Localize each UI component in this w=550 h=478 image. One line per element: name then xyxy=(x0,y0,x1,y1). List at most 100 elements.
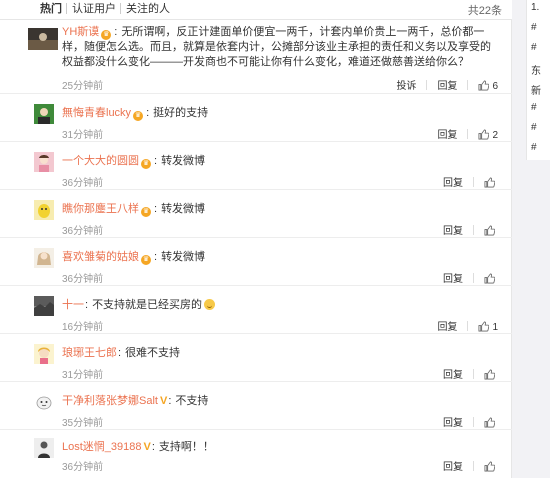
reply-button[interactable]: 回复 xyxy=(443,366,463,381)
avatar[interactable] xyxy=(34,200,54,220)
smile-emoji-icon xyxy=(204,299,216,310)
comment-actions: 回复 xyxy=(433,222,498,237)
thumbs-up-icon xyxy=(484,461,496,472)
comment-time: 31分钟前 xyxy=(62,130,104,141)
trending-item[interactable]: 1. xyxy=(531,2,550,13)
username-link[interactable]: YH斯谟 xyxy=(62,26,99,38)
crown-badge-icon: ♛ xyxy=(141,255,151,265)
comment-tabs: 热门 认证用户 关注的人 共22条 xyxy=(0,0,512,20)
tab-divider xyxy=(66,3,67,14)
thumbs-up-icon xyxy=(484,225,496,236)
comment-item: 無悔青春lucky ♛: 挺好的支持 31分钟前 回复 2 xyxy=(0,94,512,142)
like-button[interactable] xyxy=(484,273,498,285)
trending-item[interactable]: # xyxy=(531,22,550,33)
comment-text: 转发微博 xyxy=(161,155,206,167)
reply-button[interactable]: 回复 xyxy=(443,270,463,285)
avatar[interactable] xyxy=(34,392,54,412)
comment-time: 36分钟前 xyxy=(62,274,104,285)
username-link[interactable]: Lost迷惘_39188 xyxy=(62,441,142,453)
comment-time: 36分钟前 xyxy=(62,226,104,237)
like-button[interactable]: 2 xyxy=(478,129,498,141)
comment-body: 一个大大的圆圆 ♛: 转发微博 xyxy=(62,155,206,169)
avatar[interactable] xyxy=(28,28,58,50)
trending-item[interactable]: # xyxy=(531,142,550,153)
report-button[interactable]: 投诉 xyxy=(396,77,416,92)
crown-badge-icon: ♛ xyxy=(141,207,151,217)
tab-divider xyxy=(120,3,121,14)
comment-actions: 回复 1 xyxy=(427,318,498,333)
thumbs-up-icon xyxy=(478,321,490,332)
like-button[interactable] xyxy=(484,177,498,189)
like-count: 1 xyxy=(492,322,498,333)
like-button[interactable] xyxy=(484,225,498,237)
comment-actions: 回复 xyxy=(433,174,498,189)
comment-item: Lost迷惘_39188 V: 支持啊！！ 36分钟前 回复 xyxy=(0,430,512,478)
like-button[interactable] xyxy=(484,417,498,429)
comment-time: 25分钟前 xyxy=(62,81,104,92)
trending-sidebar: 1. # # 东 新 # # # xyxy=(526,0,550,160)
avatar[interactable] xyxy=(34,248,54,268)
like-button[interactable]: 6 xyxy=(478,80,498,92)
reply-button[interactable]: 回复 xyxy=(443,414,463,429)
avatar[interactable] xyxy=(34,104,54,124)
comment-item: 十一: 不支持就是已经买房的 16分钟前 回复 1 xyxy=(0,286,512,334)
reply-button[interactable]: 回复 xyxy=(437,126,457,141)
comment-text: 无所谓啊，反正计建面单价便宜一两千，计套内单价贵上一两千，总价都一样，随便怎么选… xyxy=(62,26,491,68)
comment-time: 31分钟前 xyxy=(62,370,104,381)
like-count: 6 xyxy=(492,81,498,92)
tab-verified[interactable]: 认证用户 xyxy=(72,2,116,16)
comment-time: 16分钟前 xyxy=(62,322,104,333)
reply-button[interactable]: 回复 xyxy=(443,174,463,189)
comment-item: 喜欢雏菊的姑娘 ♛: 转发微博 36分钟前 回复 xyxy=(0,238,512,286)
trending-item[interactable]: # xyxy=(531,42,550,53)
tab-hot[interactable]: 热门 xyxy=(40,2,62,16)
comment-item: 干净利落张梦娜Salt V: 不支持 35分钟前 回复 xyxy=(0,382,512,430)
comment-text: 很难不支持 xyxy=(125,347,181,359)
username-link[interactable]: 十一 xyxy=(62,299,84,311)
comment-item: 一个大大的圆圆 ♛: 转发微博 36分钟前 回复 xyxy=(0,142,512,190)
like-button[interactable] xyxy=(484,369,498,381)
reply-button[interactable]: 回复 xyxy=(437,77,457,92)
thumbs-up-icon xyxy=(484,369,496,380)
username-link[interactable]: 無悔青春lucky xyxy=(62,107,131,119)
username-link[interactable]: 琅琊王七郎 xyxy=(62,347,117,359)
crown-badge-icon: ♛ xyxy=(141,159,151,169)
comment-text: 支持啊！！ xyxy=(158,441,214,453)
username-link[interactable]: 干净利落张梦娜Salt xyxy=(62,395,158,407)
reply-button[interactable]: 回复 xyxy=(437,318,457,333)
trending-item[interactable]: # xyxy=(531,102,550,113)
like-button[interactable] xyxy=(484,461,498,473)
trending-item[interactable]: # xyxy=(531,122,550,133)
comment-actions: 投诉 回复 6 xyxy=(386,77,498,92)
comment-item: 琅琊王七郎: 很难不支持 31分钟前 回复 xyxy=(0,334,512,382)
trending-item[interactable]: 新 xyxy=(531,82,550,97)
avatar[interactable] xyxy=(34,296,54,316)
comment-body: 瞧你那鏖王八样 ♛: 转发微博 xyxy=(62,203,206,217)
comment-body: Lost迷惘_39188 V: 支持啊！！ xyxy=(62,441,214,453)
comment-text: 不支持 xyxy=(175,395,209,407)
username-link[interactable]: 瞧你那鏖王八样 xyxy=(62,203,139,215)
comment-time: 36分钟前 xyxy=(62,178,104,189)
thumbs-up-icon xyxy=(484,417,496,428)
like-button[interactable]: 1 xyxy=(478,321,498,333)
trending-item[interactable]: 东 xyxy=(531,62,550,77)
comment-text: 不支持就是已经买房的 xyxy=(92,299,203,311)
comment-body: YH斯谟 ♛: 无所谓啊，反正计建面单价便宜一两千，计套内单价贵上一两千，总价都一样… xyxy=(62,26,491,68)
reply-button[interactable]: 回复 xyxy=(443,222,463,237)
comment-total: 共22条 xyxy=(467,5,502,17)
comment-body: 琅琊王七郎: 很难不支持 xyxy=(62,347,181,359)
tab-following[interactable]: 关注的人 xyxy=(126,2,170,16)
avatar[interactable] xyxy=(34,438,54,458)
comment-actions: 回复 2 xyxy=(427,126,498,141)
comment-text: 挺好的支持 xyxy=(153,107,209,119)
verified-v-icon: V xyxy=(159,395,168,407)
comment-body: 十一: 不支持就是已经买房的 xyxy=(62,298,498,313)
username-link[interactable]: 喜欢雏菊的姑娘 xyxy=(62,251,139,263)
thumbs-up-icon xyxy=(484,273,496,284)
avatar[interactable] xyxy=(34,344,54,364)
comment-actions: 回复 xyxy=(433,270,498,285)
reply-button[interactable]: 回复 xyxy=(443,458,463,473)
comment-time: 36分钟前 xyxy=(62,462,104,473)
avatar[interactable] xyxy=(34,152,54,172)
username-link[interactable]: 一个大大的圆圆 xyxy=(62,155,139,167)
